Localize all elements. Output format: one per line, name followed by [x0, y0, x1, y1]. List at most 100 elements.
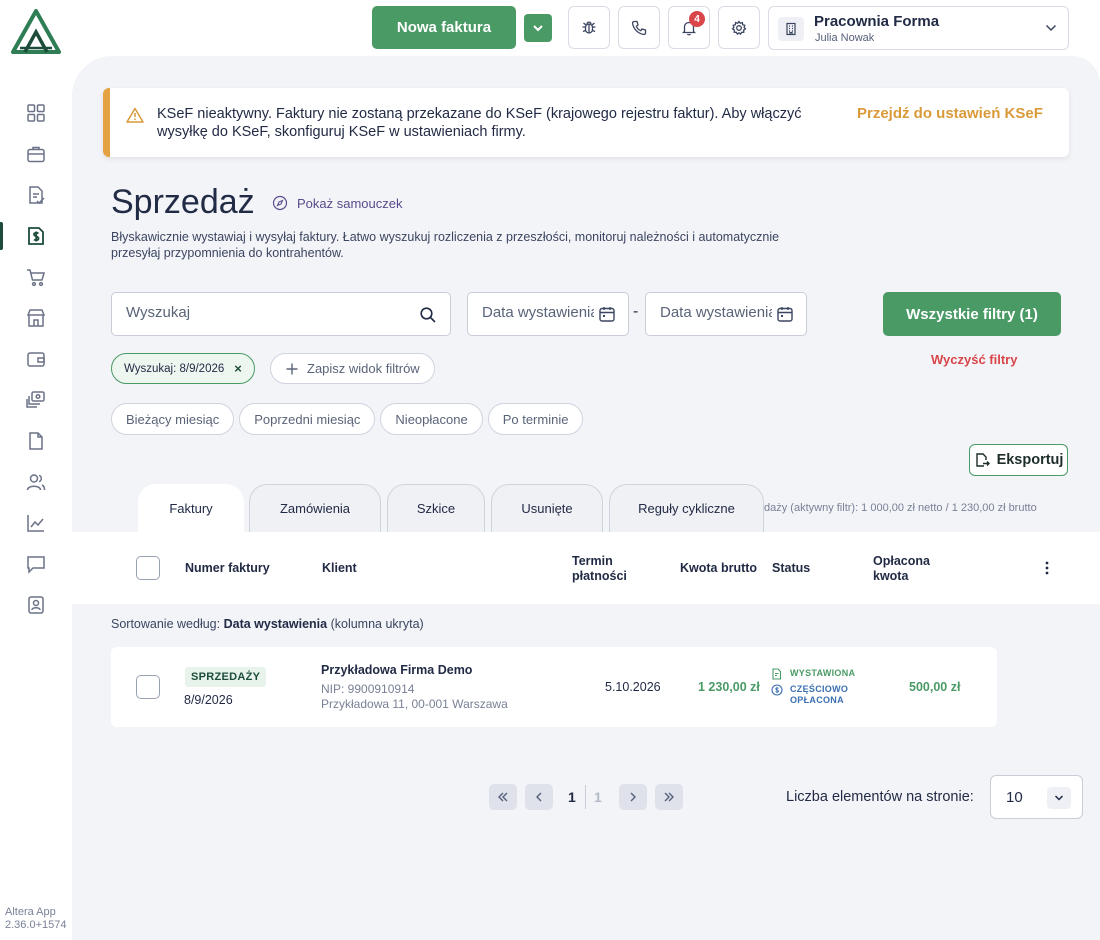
- clear-filters-link[interactable]: Wyczyść filtry: [931, 352, 1017, 367]
- date-from-field: [467, 292, 629, 336]
- company-selector[interactable]: Pracownia Forma Julia Nowak: [768, 6, 1069, 50]
- row-checkbox[interactable]: [136, 675, 160, 699]
- column-invoice-number[interactable]: Numer faktury: [185, 561, 270, 576]
- search-input[interactable]: [126, 304, 406, 321]
- sidebar-item-sales[interactable]: [0, 222, 72, 250]
- sidebar-item-payments[interactable]: [0, 386, 72, 414]
- items-per-page-select[interactable]: 10: [990, 775, 1083, 819]
- tab-drafts[interactable]: Szkice: [387, 484, 485, 532]
- sidebar-item-briefcase[interactable]: [0, 140, 72, 168]
- cart-icon: [27, 269, 45, 287]
- warning-icon: [126, 107, 144, 123]
- column-status[interactable]: Status: [772, 561, 810, 576]
- chevron-right-icon: [630, 792, 636, 802]
- dollar-circle-icon: [771, 684, 783, 696]
- items-per-page-label: Liczba elementów na stronie:: [786, 789, 974, 805]
- sidebar-item-store[interactable]: [0, 304, 72, 332]
- tab-deleted[interactable]: Usunięte: [491, 484, 603, 532]
- table-row[interactable]: SPRZEDAŻY 8/9/2026 Przykładowa Firma Dem…: [111, 647, 997, 727]
- next-page-button[interactable]: [619, 784, 647, 810]
- previous-page-button[interactable]: [525, 784, 553, 810]
- current-page[interactable]: 1: [568, 789, 576, 805]
- sort-info-prefix: Sortowanie według:: [111, 617, 221, 631]
- column-due-date[interactable]: Termin płatności: [572, 554, 627, 584]
- page-description: Błyskawicznie wystawiaj i wysyłaj faktur…: [111, 230, 780, 260]
- show-tutorial-link[interactable]: Pokaż samouczek: [272, 195, 403, 211]
- sidebar-item-dashboard[interactable]: [0, 99, 72, 127]
- column-gross-amount[interactable]: Kwota brutto: [680, 561, 757, 576]
- column-paid-amount-line2: kwota: [873, 569, 909, 583]
- total-pages: 1: [594, 789, 602, 805]
- altera-logo-icon[interactable]: [11, 8, 61, 54]
- save-filter-view-button[interactable]: Zapisz widok filtrów: [270, 353, 435, 384]
- column-paid-amount[interactable]: Opłacona kwota: [873, 554, 930, 584]
- client-address: Przykładowa 11, 00-001 Warszawa: [321, 697, 508, 711]
- more-options-icon[interactable]: [1040, 560, 1054, 576]
- sidebar-item-purchases[interactable]: [0, 263, 72, 291]
- column-paid-amount-line1: Opłacona: [873, 554, 930, 568]
- invoice-status: WYSTAWIONA CZĘŚCIOWO OPŁACONA: [771, 668, 855, 710]
- date-from-input[interactable]: [482, 304, 594, 321]
- notifications-count-badge: 4: [689, 11, 705, 27]
- remove-filter-icon[interactable]: ×: [234, 361, 242, 376]
- export-label: Eksportuj: [996, 452, 1064, 468]
- column-due-date-line1: Termin: [572, 554, 613, 568]
- active-filter-chip: Wyszukaj: 8/9/2026 ×: [111, 353, 255, 384]
- sidebar-item-wallet[interactable]: [0, 345, 72, 373]
- invoice-type-badge: SPRZEDAŻY: [185, 667, 267, 687]
- chevron-down-icon: [1047, 787, 1071, 809]
- quick-filter-overdue[interactable]: Po terminie: [487, 403, 584, 435]
- quick-filter-previous-month[interactable]: Poprzedni miesiąc: [239, 403, 376, 435]
- page-title: Sprzedaż: [111, 183, 255, 221]
- sidebar-item-contacts[interactable]: [0, 468, 72, 496]
- select-all-checkbox[interactable]: [136, 556, 160, 580]
- chevrons-left-icon: [498, 792, 508, 802]
- new-invoice-button[interactable]: Nowa faktura: [372, 6, 516, 49]
- sidebar-item-messages[interactable]: [0, 550, 72, 578]
- sort-info: Sortowanie według: Data wystawienia (kol…: [111, 617, 424, 631]
- status-paid: CZĘŚCIOWO OPŁACONA: [790, 684, 848, 706]
- sidebar-item-profile[interactable]: [0, 591, 72, 619]
- column-client[interactable]: Klient: [322, 561, 357, 576]
- company-user-name: Julia Nowak: [815, 32, 875, 44]
- ksef-settings-link[interactable]: Przejdź do ustawień KSeF: [857, 105, 1043, 122]
- quick-filter-current-month[interactable]: Bieżący miesiąc: [111, 403, 235, 435]
- dashboard-icon: [27, 104, 45, 122]
- items-per-page-value: 10: [1006, 789, 1023, 806]
- client-name: Przykładowa Firma Demo: [321, 663, 473, 677]
- all-filters-button[interactable]: Wszystkie filtry (1): [883, 292, 1061, 336]
- sales-summary: daży (aktywny filtr): 1 000,00 zł netto …: [764, 502, 1037, 514]
- app-version-number: 2.36.0+1574: [5, 919, 67, 931]
- search-icon[interactable]: [419, 306, 437, 324]
- due-date: 5.10.2026: [605, 680, 661, 694]
- new-invoice-dropdown-button[interactable]: [524, 14, 552, 42]
- tab-recurring-rules[interactable]: Reguły cykliczne: [609, 484, 764, 532]
- document-issued-icon: [772, 668, 782, 680]
- users-icon: [26, 474, 46, 491]
- tab-invoices[interactable]: Faktury: [138, 484, 244, 532]
- first-page-button[interactable]: [489, 784, 517, 810]
- quick-filters: Bieżący miesiąc Poprzedni miesiąc Nieopł…: [111, 403, 584, 435]
- notifications-button[interactable]: 4: [668, 6, 710, 49]
- save-filter-view-label: Zapisz widok filtrów: [307, 361, 420, 376]
- calendar-icon[interactable]: [598, 305, 616, 323]
- sidebar-item-reports[interactable]: [0, 509, 72, 537]
- tab-orders[interactable]: Zamówienia: [249, 484, 381, 532]
- quick-filter-unpaid[interactable]: Nieopłacone: [380, 403, 483, 435]
- building-icon: [778, 17, 804, 41]
- sidebar-item-documents[interactable]: [0, 181, 72, 209]
- plus-icon: [286, 363, 298, 374]
- settings-button[interactable]: [718, 6, 760, 49]
- export-button[interactable]: Eksportuj: [969, 444, 1068, 476]
- show-tutorial-label: Pokaż samouczek: [297, 195, 403, 211]
- chevron-down-icon: [533, 25, 543, 32]
- calendar-icon[interactable]: [776, 305, 794, 323]
- contact-phone-button[interactable]: [618, 6, 660, 49]
- alert-message: KSeF nieaktywny. Faktury nie zostaną prz…: [157, 106, 802, 140]
- chart-icon: [27, 515, 44, 532]
- last-page-button[interactable]: [655, 784, 683, 810]
- date-to-input[interactable]: [660, 304, 772, 321]
- sidebar-item-files[interactable]: [0, 427, 72, 455]
- bug-icon: [582, 20, 596, 34]
- report-bug-button[interactable]: [568, 6, 610, 49]
